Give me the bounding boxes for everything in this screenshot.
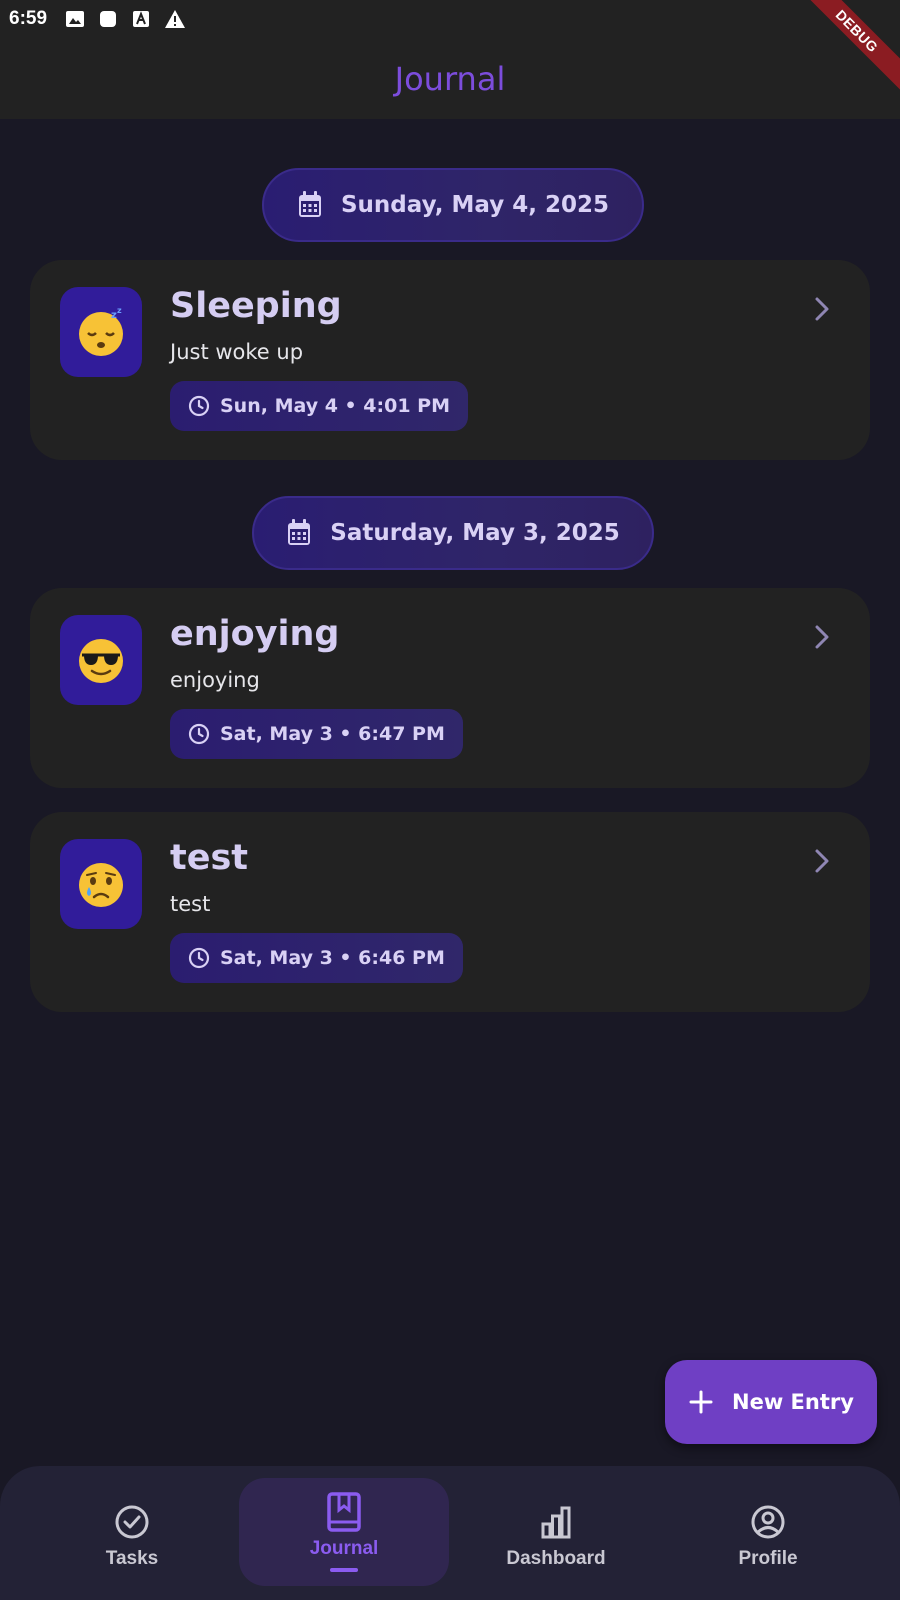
mood-emoji: z z [60,287,142,377]
entry-title: test [170,838,249,878]
crying-face-icon [79,863,123,907]
entry-description: test [170,892,211,916]
sunglasses-face-icon [79,639,123,683]
warning-icon [165,10,186,28]
date-header-label: Sunday, May 4, 2025 [340,192,609,218]
svg-text:z: z [117,306,122,315]
clock-icon [188,947,210,969]
journal-bookmark-icon [327,1492,361,1532]
nav-item-profile[interactable]: Profile [663,1466,873,1600]
nav-label: Dashboard [506,1548,606,1569]
entry-timestamp-label: Sun, May 4 • 4:01 PM [220,395,451,417]
app-bar: Journal [0,38,900,119]
calendar-icon [288,519,311,545]
sleeping-face-icon: z z [79,306,123,356]
date-header: Sunday, May 4, 2025 [262,168,644,242]
check-circle-icon [114,1502,150,1542]
nav-item-journal[interactable]: Journal [239,1466,449,1600]
journal-entry-card[interactable]: test test Sat, May 3 • 6:46 PM [30,812,870,1012]
journal-entry-card[interactable]: z z Sleeping Just woke up Sun, May 4 • 4… [30,260,870,460]
new-entry-label: New Entry [732,1390,854,1414]
entry-timestamp-label: Sat, May 3 • 6:46 PM [220,947,445,969]
entry-timestamp: Sun, May 4 • 4:01 PM [170,381,469,431]
date-header-label: Saturday, May 3, 2025 [330,520,620,546]
new-entry-button[interactable]: New Entry [665,1360,877,1444]
entry-description: enjoying [170,668,260,692]
journal-entry-card[interactable]: enjoying enjoying Sat, May 3 • 6:47 PM [30,588,870,788]
nav-item-dashboard[interactable]: Dashboard [451,1466,661,1600]
entry-timestamp-label: Sat, May 3 • 6:47 PM [220,723,445,745]
chevron-right-icon[interactable] [814,296,830,322]
clock-icon [188,395,210,417]
entry-description: Just woke up [170,340,304,364]
plus-icon [689,1390,713,1414]
entry-title: enjoying [170,614,340,654]
clock-icon [188,723,210,745]
chevron-right-icon[interactable] [814,624,830,650]
nav-label: Tasks [105,1548,159,1569]
page-title: Journal [394,59,506,98]
calendar-icon [298,191,321,217]
status-time: 6:59 [9,8,48,29]
account-circle-icon [750,1502,786,1542]
nav-item-tasks[interactable]: Tasks [27,1466,237,1600]
mood-emoji [60,615,142,705]
status-icons [65,9,186,29]
nav-label: Profile [738,1548,798,1569]
storage-icon [100,11,117,27]
entry-timestamp: Sat, May 3 • 6:47 PM [170,709,463,759]
image-icon [66,11,85,27]
mood-emoji [60,839,142,929]
entry-timestamp: Sat, May 3 • 6:46 PM [170,933,463,983]
date-header: Saturday, May 3, 2025 [252,496,654,570]
text-box-icon [133,11,150,27]
nav-underline [330,1568,358,1572]
bar-chart-icon [538,1502,574,1542]
entry-title: Sleeping [170,286,342,326]
status-bar: 6:59 [0,0,900,38]
nav-label: Journal [309,1538,379,1559]
chevron-right-icon[interactable] [814,848,830,874]
bottom-nav: Tasks Journal Dashboard Profile [0,1466,900,1600]
